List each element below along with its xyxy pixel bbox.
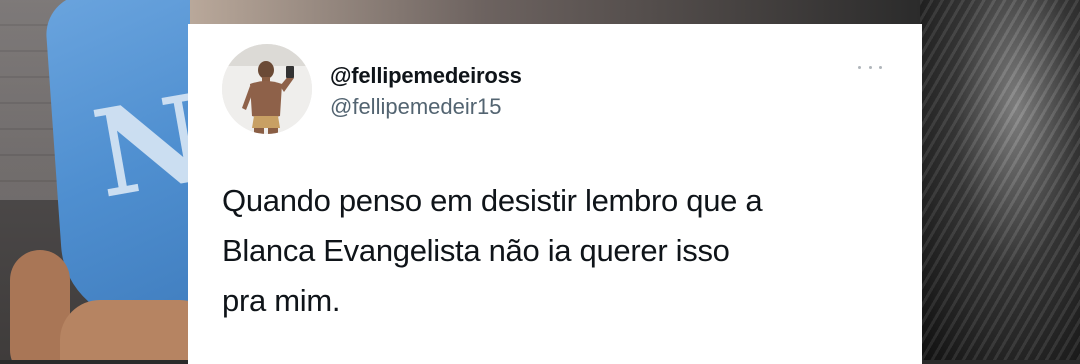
tweet-card: @fellipemedeiross @fellipemedeir15 Quand… bbox=[188, 24, 922, 364]
tweet-text-line: pra mim. bbox=[222, 283, 341, 318]
avatar[interactable] bbox=[222, 44, 312, 134]
background-skin bbox=[60, 300, 190, 360]
tweet-text: Quando penso em desistir lembro que a Bl… bbox=[222, 176, 902, 326]
user-handle[interactable]: @fellipemedeir15 bbox=[330, 94, 502, 120]
display-name[interactable]: @fellipemedeiross bbox=[330, 63, 522, 89]
more-horizontal-icon-dot bbox=[868, 65, 872, 69]
more-horizontal-icon bbox=[858, 65, 861, 69]
avatar-photo-icon bbox=[222, 44, 312, 134]
background-photo-top bbox=[190, 0, 920, 24]
more-options-button[interactable] bbox=[858, 60, 882, 74]
background-hair-texture bbox=[920, 0, 1080, 360]
tweet-text-line: Blanca Evangelista não ia querer isso bbox=[222, 233, 730, 268]
more-horizontal-icon-dot bbox=[879, 65, 882, 69]
background-photo-left: NE bbox=[0, 0, 190, 360]
tweet-text-line: Quando penso em desistir lembro que a bbox=[222, 183, 763, 218]
background-photo-right bbox=[920, 0, 1080, 360]
